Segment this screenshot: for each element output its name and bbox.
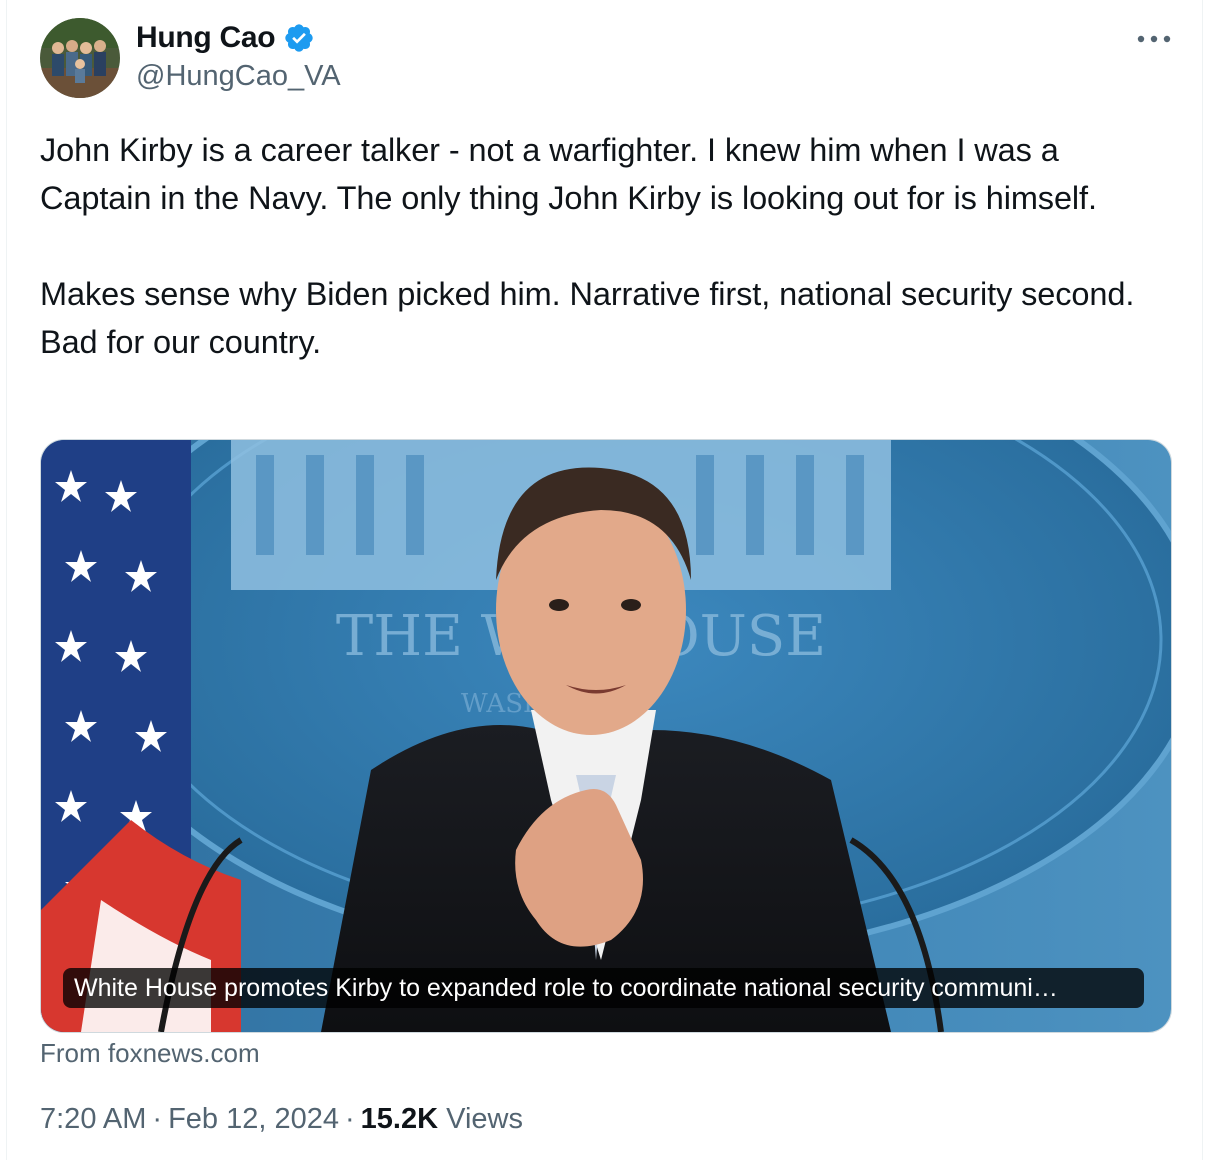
more-options-button[interactable] [1133,22,1175,56]
tweet-meta: 7:20 AM · Feb 12, 2024 · 15.2K Views [40,1103,523,1136]
author-name-row: Hung Cao [136,20,315,56]
author-display-name[interactable]: Hung Cao [136,21,276,55]
tweet-date[interactable]: Feb 12, 2024 [168,1103,339,1135]
tweet-container: Hung Cao @HungCao_VA John Kirby is a car… [6,0,1203,1160]
tweet-text: John Kirby is a career talker - not a wa… [40,126,1160,366]
meta-separator: · [152,1103,163,1135]
meta-separator: · [345,1103,355,1135]
link-card-caption: White House promotes Kirby to expanded r… [63,968,1144,1008]
views-count[interactable]: 15.2K [361,1103,438,1135]
author-handle[interactable]: @HungCao_VA [136,60,341,93]
views-label: Views [446,1103,523,1135]
more-horizontal-icon [1137,35,1171,43]
author-avatar[interactable] [40,18,120,98]
avatar-photo [40,18,120,98]
tweet-paragraph: Makes sense why Biden picked him. Narrat… [40,276,1135,360]
tweet-paragraph: John Kirby is a career talker - not a wa… [40,132,1097,216]
link-preview-card[interactable]: THE WH HOUSE WASH [40,439,1172,1033]
link-preview-image: THE WH HOUSE WASH [41,440,1171,1032]
link-source[interactable]: From foxnews.com [40,1038,260,1069]
tweet-time[interactable]: 7:20 AM [40,1103,146,1135]
verified-badge-icon [285,24,313,52]
